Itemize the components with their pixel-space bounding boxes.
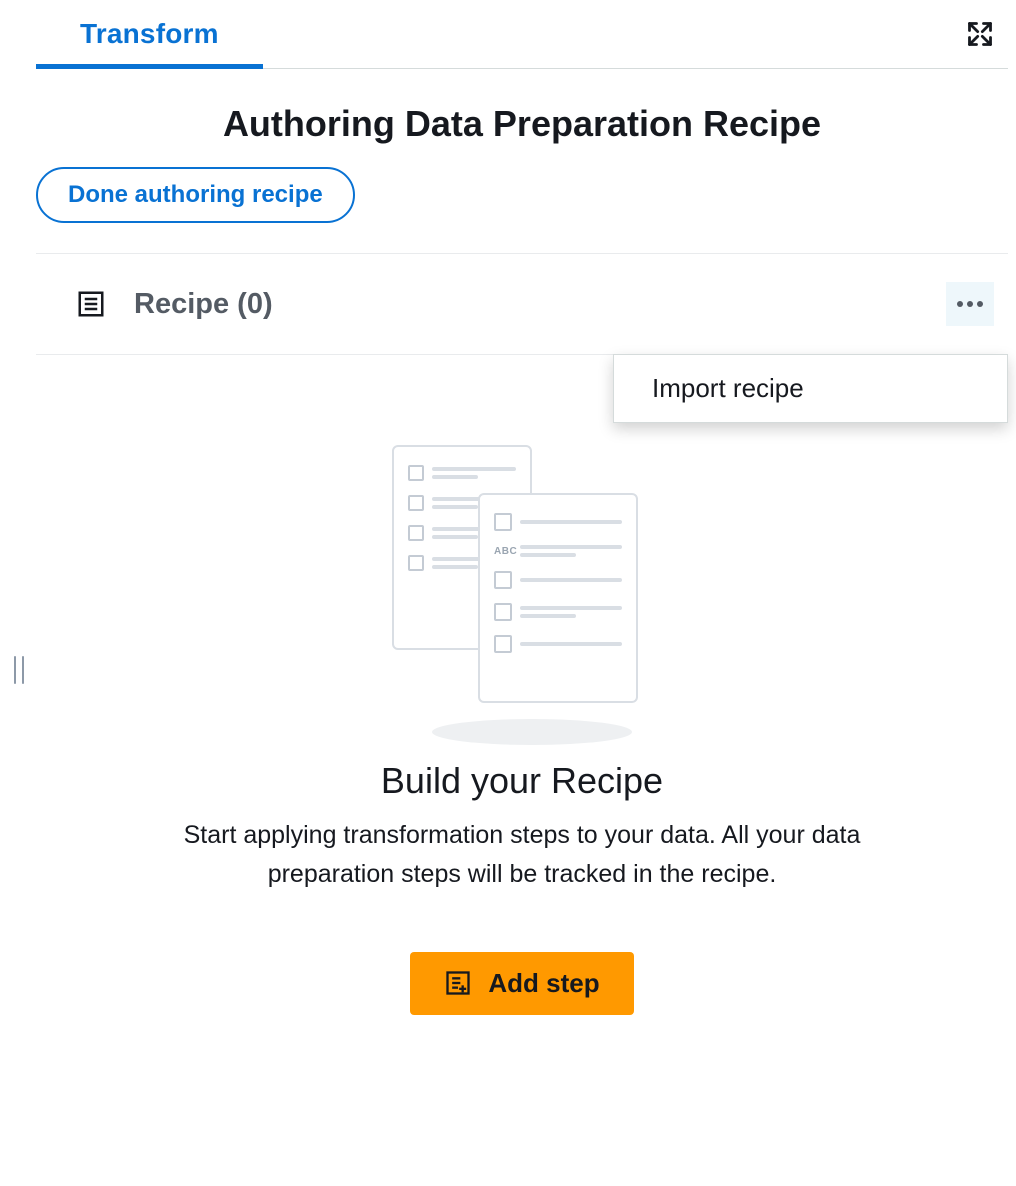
transform-panel: Transform Authoring Data Preparation Rec… [36,0,1008,1186]
title-section: Authoring Data Preparation Recipe Done a… [36,69,1008,223]
recipe-list-icon [76,289,106,319]
page-title: Authoring Data Preparation Recipe [36,103,1008,145]
add-step-label: Add step [488,968,599,999]
recipe-illustration: ABC [392,445,652,745]
empty-state-title: Build your Recipe [76,760,968,802]
expand-icon [966,20,994,48]
tab-strip: Transform [36,0,1008,69]
recipe-title-group: Recipe (0) [76,288,273,321]
recipe-header: Recipe (0) Import recipe [36,254,1008,355]
panel-resize-handle[interactable] [14,656,24,684]
menu-item-import-recipe[interactable]: Import recipe [614,355,1007,422]
recipe-actions-menu: Import recipe [613,354,1008,423]
add-step-icon [444,969,472,997]
tab-transform[interactable]: Transform [36,0,263,69]
empty-state: ABC Build your Recipe Start applying tra… [36,355,1008,1015]
recipe-more-actions-button[interactable] [946,282,994,326]
recipe-title: Recipe (0) [134,288,273,321]
done-authoring-button[interactable]: Done authoring recipe [36,167,355,223]
empty-state-description: Start applying transformation steps to y… [172,816,872,894]
expand-panel-button[interactable] [960,14,1000,54]
ellipsis-icon [956,300,984,308]
add-step-button[interactable]: Add step [410,952,633,1015]
